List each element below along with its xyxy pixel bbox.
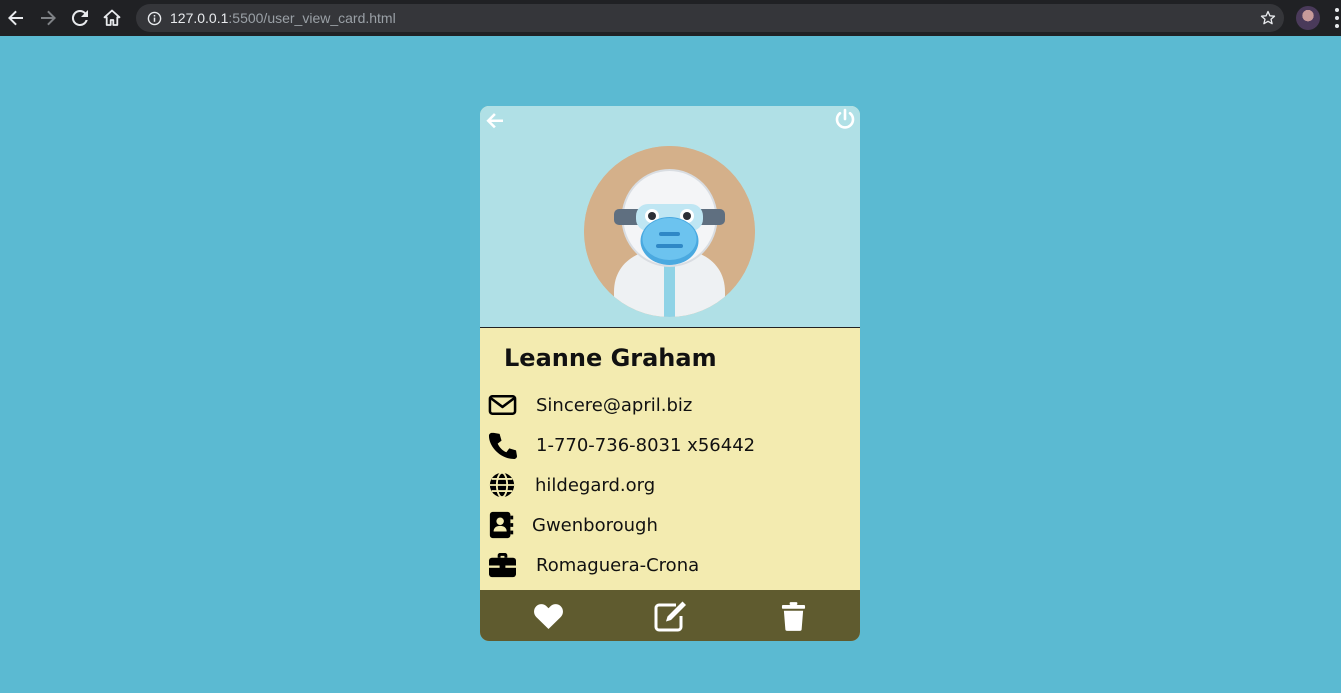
globe-icon (487, 470, 517, 500)
briefcase-icon (487, 550, 517, 580)
user-name: Leanne Graham (504, 344, 717, 372)
arrow-left-icon[interactable] (0, 0, 32, 36)
user-card: Leanne Graham Sincere@april.biz 1-770-73… (480, 106, 860, 641)
city-text: Gwenborough (532, 514, 658, 536)
url-path: :5500/user_view_card.html (228, 10, 396, 26)
info-icon[interactable] (146, 10, 162, 26)
arrow-right-icon[interactable] (32, 0, 64, 36)
website-text: hildegard.org (535, 474, 656, 496)
star-icon[interactable] (1260, 10, 1276, 26)
avatar (584, 146, 755, 317)
company-row: Romaguera-Crona (487, 549, 699, 581)
menu-icon[interactable] (1332, 8, 1341, 28)
website-row: hildegard.org (487, 469, 655, 501)
reload-icon[interactable] (64, 0, 96, 36)
email-row: Sincere@april.biz (487, 389, 692, 421)
heart-icon[interactable] (530, 598, 566, 634)
address-bar[interactable]: 127.0.0.1:5500/user_view_card.html (136, 4, 1284, 32)
profile-avatar[interactable] (1296, 6, 1320, 30)
card-header (480, 106, 860, 328)
home-icon[interactable] (96, 0, 128, 36)
url-host: 127.0.0.1 (170, 10, 229, 26)
phone-row: 1-770-736-8031 x56442 (487, 429, 755, 461)
email-text: Sincere@april.biz (536, 394, 693, 416)
card-actions (480, 590, 860, 641)
edit-icon[interactable] (653, 598, 689, 634)
company-text: Romaguera-Crona (536, 554, 700, 576)
url-text: 127.0.0.1:5500/user_view_card.html (170, 10, 396, 26)
arrow-left-icon[interactable] (484, 110, 506, 132)
browser-toolbar: 127.0.0.1:5500/user_view_card.html (0, 0, 1341, 36)
trash-icon[interactable] (775, 598, 811, 634)
power-icon[interactable] (833, 108, 857, 132)
envelope-icon (487, 390, 517, 420)
phone-icon (487, 430, 517, 460)
address-book-icon (487, 510, 517, 540)
city-row: Gwenborough (487, 509, 658, 541)
phone-text: 1-770-736-8031 x56442 (536, 434, 756, 456)
